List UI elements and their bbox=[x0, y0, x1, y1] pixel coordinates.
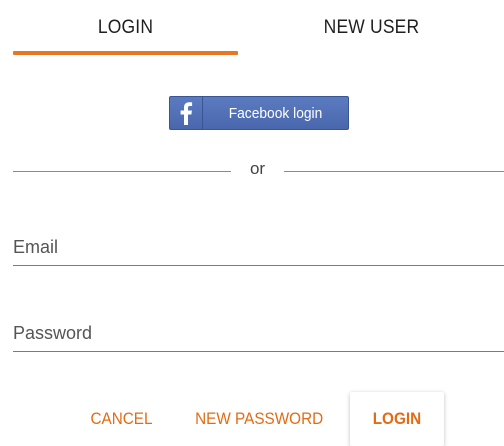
facebook-login-label: Facebook login bbox=[228, 104, 323, 122]
tab-bar: LOGIN NEW USER bbox=[0, 0, 504, 56]
tab-new-user[interactable]: NEW USER bbox=[268, 0, 475, 56]
cancel-button-label: CANCEL bbox=[89, 409, 153, 428]
facebook-icon bbox=[170, 97, 203, 129]
login-button[interactable]: LOGIN bbox=[350, 392, 444, 446]
active-tab-indicator bbox=[13, 51, 238, 55]
facebook-login-button[interactable]: Facebook login bbox=[169, 96, 349, 130]
tab-login[interactable]: LOGIN bbox=[22, 0, 229, 56]
cancel-button[interactable]: CANCEL bbox=[80, 392, 162, 446]
divider-line-right bbox=[284, 171, 504, 172]
login-button-label: LOGIN bbox=[372, 409, 422, 428]
email-field[interactable] bbox=[13, 229, 504, 266]
new-password-button-label: NEW PASSWORD bbox=[194, 409, 324, 428]
divider-or-text: or bbox=[249, 159, 266, 178]
divider-line-left bbox=[13, 171, 231, 172]
new-password-button[interactable]: NEW PASSWORD bbox=[180, 392, 338, 446]
password-field[interactable] bbox=[13, 315, 504, 352]
